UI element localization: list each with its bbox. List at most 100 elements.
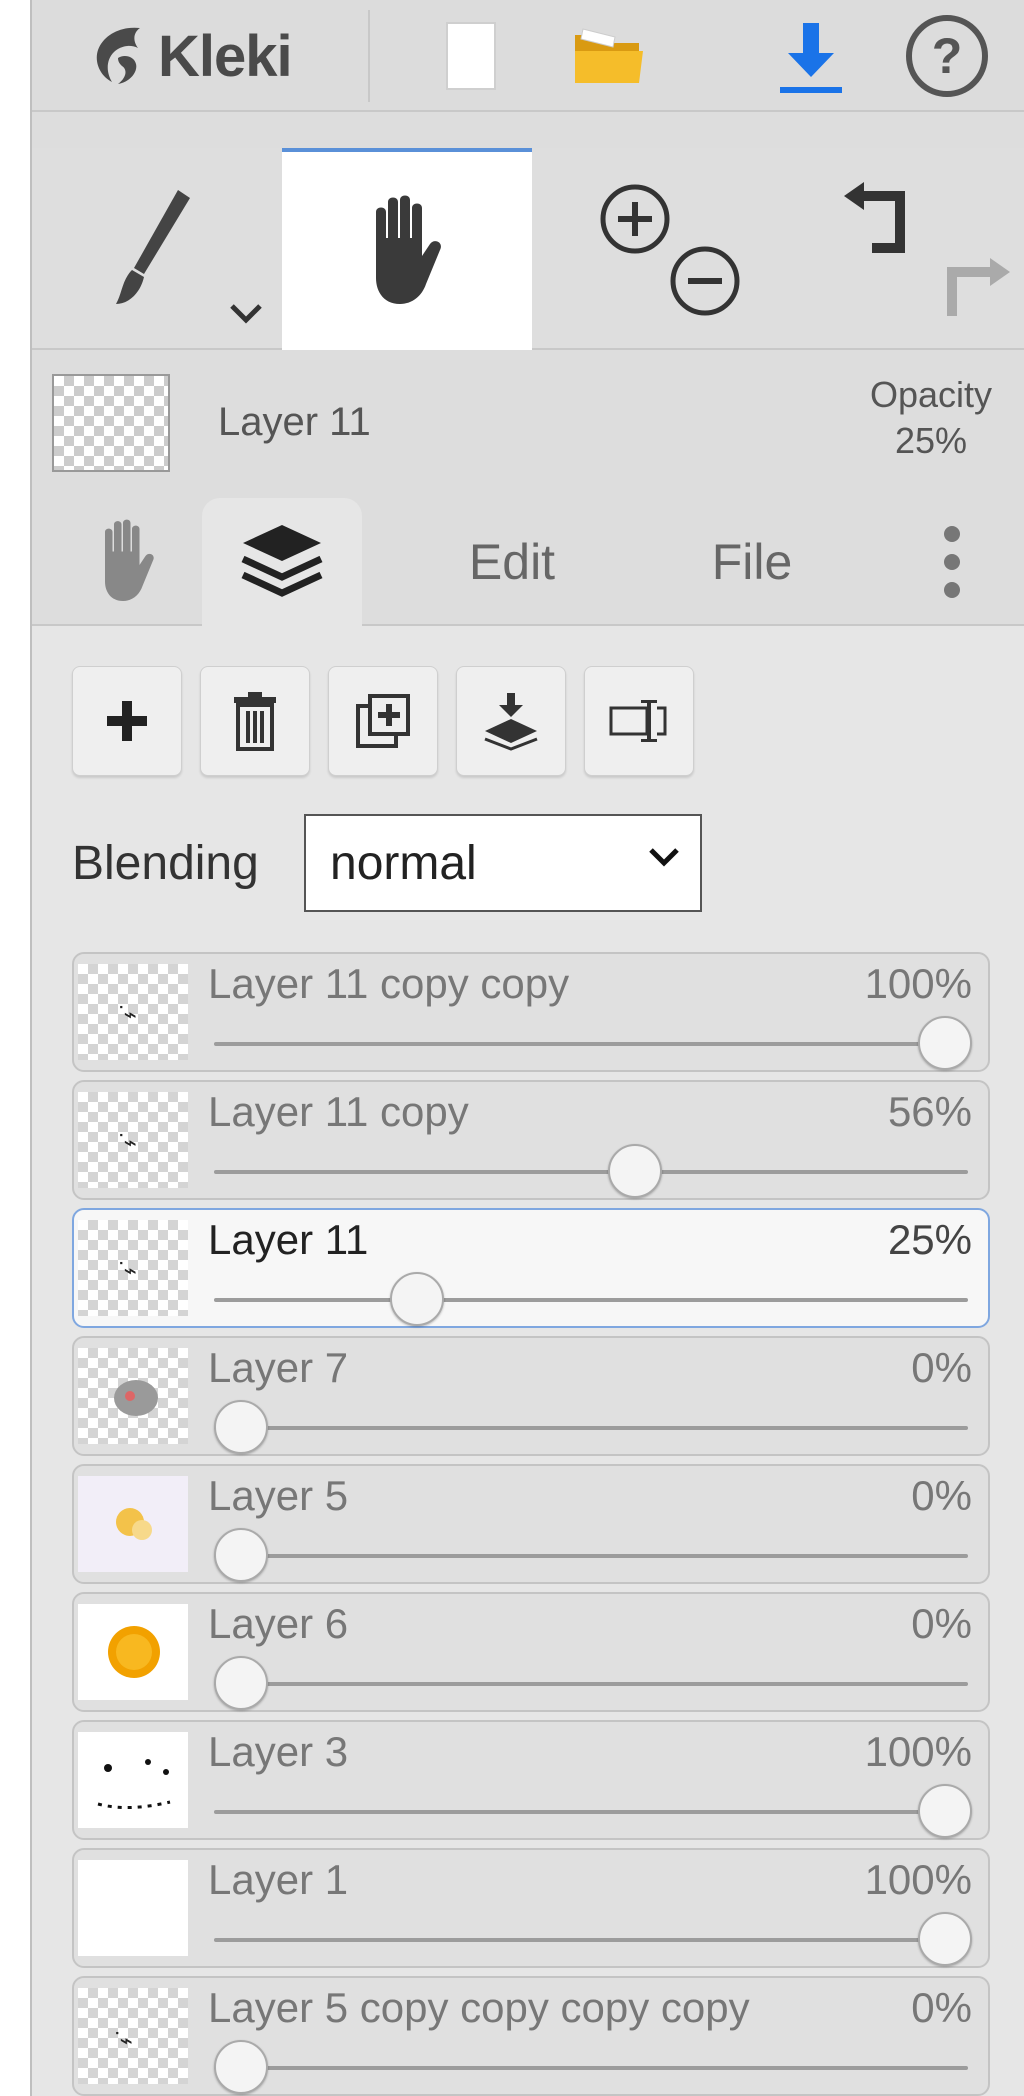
layers-icon [241, 525, 323, 597]
svg-text:?: ? [932, 28, 963, 84]
help-button[interactable]: ? [892, 10, 1002, 102]
brand-logo[interactable]: Kleki [82, 0, 293, 112]
layer-row[interactable]: Layer 5 0% [72, 1464, 990, 1584]
divider [368, 10, 370, 102]
opacity-slider-track[interactable] [214, 1810, 968, 1814]
layer-thumbnail: ᐝ⌁ [78, 964, 188, 1060]
opacity-slider-handle[interactable] [918, 1784, 972, 1838]
layer-row[interactable]: ᐝ⌁ Layer 11 copy 56% [72, 1080, 990, 1200]
tab-layers[interactable] [202, 498, 362, 626]
opacity-slider-track[interactable] [214, 1682, 968, 1686]
app-name: Kleki [158, 23, 293, 89]
more-vertical-icon [944, 526, 960, 598]
open-folder-icon [575, 28, 643, 83]
opacity-slider-track[interactable] [214, 1042, 968, 1046]
layer-opacity-value: 100% [864, 1856, 972, 1903]
layer-thumbnail: ᐝ⌁ [78, 1988, 188, 2084]
opacity-slider-track[interactable] [214, 1426, 968, 1430]
opacity-slider-handle[interactable] [608, 1144, 663, 1198]
layer-row[interactable]: Layer 1 100% [72, 1848, 990, 1968]
top-bar: Kleki ? [32, 0, 1024, 112]
layer-row[interactable]: ᐝ⌁ Layer 5 copy copy copy copy 0% [72, 1976, 990, 2096]
layer-thumbnail [78, 1476, 188, 1572]
layer-opacity-value: 56% [887, 1088, 972, 1135]
opacity-slider-handle[interactable] [918, 1016, 972, 1070]
undo-icon[interactable] [840, 180, 926, 260]
help-icon: ? [906, 15, 988, 97]
layer-row[interactable]: Layer 3 100% [72, 1720, 990, 1840]
chevron-down-icon[interactable] [228, 302, 264, 326]
opacity-slider-handle[interactable] [918, 1912, 972, 1966]
svg-text:ᐝ⌁: ᐝ⌁ [118, 1002, 137, 1027]
layer-thumbnail [78, 1732, 188, 1828]
delete-layer-icon [234, 692, 276, 751]
rename-layer-button[interactable] [584, 666, 694, 776]
current-layer-opacity: Opacity 25% [870, 372, 992, 464]
layer-opacity-value: 100% [864, 960, 972, 1007]
layer-row[interactable]: Layer 6 0% [72, 1592, 990, 1712]
tab-hand[interactable] [56, 498, 196, 626]
download-icon [780, 23, 842, 93]
merge-down-button[interactable] [456, 666, 566, 776]
new-image-icon [446, 22, 496, 90]
layer-name: Layer 11 copy copy [208, 960, 570, 1007]
opacity-slider-handle[interactable] [214, 1656, 268, 1710]
layer-opacity-value: 0% [911, 1472, 972, 1519]
kleki-logo-icon [96, 27, 140, 84]
layer-opacity-value: 25% [887, 1216, 972, 1263]
new-image-button[interactable] [416, 10, 526, 102]
opacity-slider-handle[interactable] [214, 2040, 268, 2094]
layer-thumbnail [78, 1348, 188, 1444]
hand-icon [376, 195, 441, 304]
current-layer-name: Layer 11 [218, 400, 371, 444]
opacity-slider-handle[interactable] [390, 1272, 444, 1326]
zoom-in-icon[interactable] [596, 180, 674, 258]
brush-tool-button[interactable] [32, 148, 282, 350]
layer-opacity-value: 100% [864, 1728, 972, 1775]
layer-opacity-value: 0% [911, 1344, 972, 1391]
rename-layer-icon [609, 700, 667, 742]
open-image-button[interactable] [554, 10, 664, 102]
layer-name: Layer 5 [208, 1472, 349, 1519]
layer-name: Layer 5 copy copy copy copy [208, 1984, 750, 2031]
current-layer-info: Layer 11 Opacity 25% [32, 350, 1024, 480]
tab-edit[interactable]: Edit [412, 498, 612, 626]
opacity-slider-track[interactable] [214, 1554, 968, 1558]
layer-opacity-value: 0% [911, 1984, 972, 2031]
opacity-slider-track[interactable] [214, 1298, 968, 1302]
tab-file[interactable]: File [652, 498, 852, 626]
add-layer-button[interactable] [72, 666, 182, 776]
opacity-slider-track[interactable] [214, 2066, 968, 2070]
duplicate-layer-icon [356, 694, 410, 748]
zoom-controls [532, 148, 752, 350]
delete-layer-button[interactable] [200, 666, 310, 776]
save-image-button[interactable] [756, 10, 866, 102]
brush-icon [116, 190, 190, 304]
opacity-slider-handle[interactable] [214, 1400, 268, 1454]
layer-opacity-value: 0% [911, 1600, 972, 1647]
opacity-slider-handle[interactable] [214, 1528, 268, 1582]
duplicate-layer-button[interactable] [328, 666, 438, 776]
opacity-slider-track[interactable] [214, 1170, 968, 1174]
opacity-slider-track[interactable] [214, 1938, 968, 1942]
tab-more[interactable] [912, 498, 992, 626]
layer-thumbnail [78, 1604, 188, 1700]
layer-row[interactable]: ᐝ⌁ Layer 11 25% [72, 1208, 990, 1328]
layer-row[interactable]: ᐝ⌁ Layer 11 copy copy 100% [72, 952, 990, 1072]
sidebar: Kleki ? Layer 11 Opacity 25% Edit File B… [30, 0, 1024, 2096]
layer-row[interactable]: Layer 7 0% [72, 1336, 990, 1456]
layer-thumbnail: ᐝ⌁ [78, 1092, 188, 1188]
hand-icon [105, 519, 154, 601]
add-layer-icon [107, 701, 147, 741]
history-controls [752, 148, 1024, 350]
layer-name: Layer 7 [208, 1344, 349, 1391]
layer-name: Layer 11 [208, 1216, 369, 1263]
svg-text:ᐝ⌁: ᐝ⌁ [118, 1258, 137, 1283]
svg-text:ᐝ⌁: ᐝ⌁ [118, 1130, 137, 1155]
layer-name: Layer 3 [208, 1728, 349, 1775]
layer-name: Layer 1 [208, 1856, 349, 1903]
hand-tool-button[interactable] [282, 148, 532, 350]
zoom-out-icon[interactable] [666, 242, 744, 320]
redo-icon[interactable] [934, 242, 1014, 322]
blending-mode-select[interactable]: normal [304, 814, 702, 912]
